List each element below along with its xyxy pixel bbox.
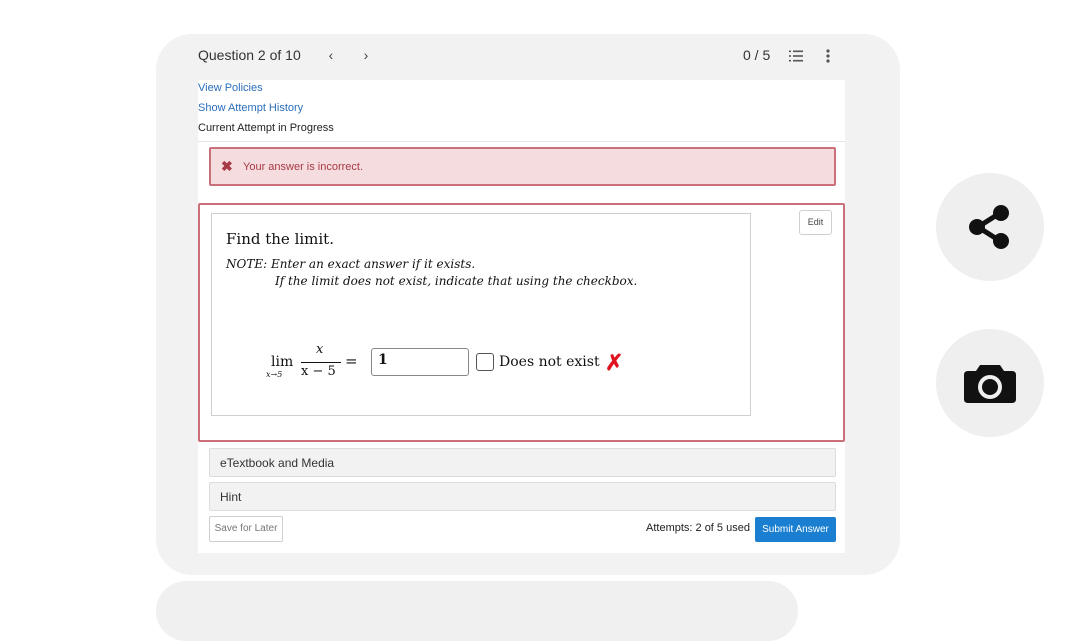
- incorrect-feedback-banner: ✖ Your answer is incorrect.: [209, 147, 836, 186]
- view-policies-link[interactable]: View Policies: [198, 82, 263, 94]
- question-note-line2: If the limit does not exist, indicate th…: [275, 274, 638, 288]
- hint-accordion[interactable]: Hint: [209, 482, 836, 511]
- screenshot-button[interactable]: [936, 329, 1044, 437]
- camera-icon: [964, 365, 1016, 403]
- equals-sign: =: [345, 352, 358, 370]
- question-counter: Question 2 of 10: [198, 47, 301, 63]
- previous-question-button[interactable]: ‹: [322, 45, 340, 65]
- feedback-message: Your answer is incorrect.: [243, 161, 364, 173]
- list-icon[interactable]: [788, 48, 804, 64]
- score-display: 0 / 5: [743, 47, 771, 63]
- next-card: [156, 581, 798, 641]
- does-not-exist-checkbox[interactable]: [476, 353, 494, 371]
- fraction-bar: [301, 362, 341, 363]
- divider: [198, 141, 845, 142]
- attempt-status: Current Attempt in Progress: [198, 122, 334, 134]
- share-icon: [969, 205, 1009, 249]
- save-for-later-button[interactable]: Save for Later: [209, 516, 283, 542]
- limit-subscript: x→5: [266, 370, 283, 379]
- does-not-exist-label: Does not exist: [499, 354, 600, 370]
- next-question-button[interactable]: ›: [357, 45, 375, 65]
- question-prompt: Find the limit.: [226, 230, 334, 248]
- fraction-denominator: x − 5: [301, 364, 336, 379]
- incorrect-mark-icon: ✗: [605, 350, 624, 375]
- share-button[interactable]: [936, 173, 1044, 281]
- limit-operator: lim: [271, 354, 294, 370]
- show-attempt-history-link[interactable]: Show Attempt History: [198, 102, 303, 114]
- submit-answer-button[interactable]: Submit Answer: [755, 517, 836, 542]
- attempts-counter: Attempts: 2 of 5 used: [646, 522, 750, 534]
- error-icon: ✖: [221, 158, 233, 174]
- question-note-line1: NOTE: Enter an exact answer if it exists…: [226, 257, 476, 271]
- etextbook-media-accordion[interactable]: eTextbook and Media: [209, 448, 836, 477]
- fraction-numerator: x: [316, 342, 324, 357]
- answer-input[interactable]: 1: [371, 348, 469, 376]
- kebab-menu-icon[interactable]: [820, 47, 836, 65]
- edit-button[interactable]: Edit: [799, 210, 832, 235]
